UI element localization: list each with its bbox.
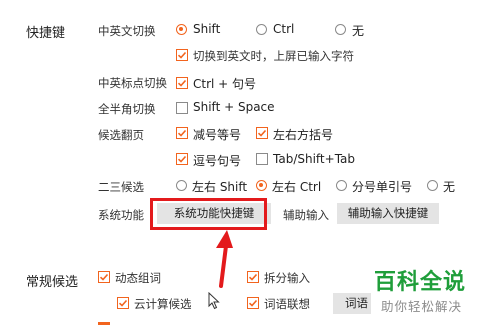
checkbox-paging-tab[interactable] [256,153,268,165]
radio-lang-shift[interactable] [176,24,187,35]
radio-lr-ctrl[interactable] [256,180,267,191]
label-second-third: 二三候选 [98,180,144,194]
label-width-switch: 全半角切换 [98,102,156,116]
aux-input-hotkey-button[interactable]: 辅助输入快捷键 [337,203,439,224]
label-aux-input: 辅助输入 [283,208,329,222]
label-paging: 候选翻页 [98,128,144,142]
label-system: 系统功能 [98,208,144,222]
radio-semicolon-quote[interactable] [336,180,347,191]
checkbox-label-split-input[interactable]: 拆分输入 [264,270,310,286]
radio-label-none[interactable]: 无 [352,22,364,39]
annotation-highlight-box [150,198,267,230]
checkbox-label-brackets[interactable]: 左右方括号 [273,126,333,143]
watermark-slogan: 助你轻松解决 [381,299,463,314]
checkbox-label-commit-on-switch[interactable]: 切换到英文时，上屏已输入字符 [193,48,354,64]
checkbox-label-minus-equal[interactable]: 减号等号 [193,126,241,143]
radio-label-semicolon-quote[interactable]: 分号单引号 [352,178,412,195]
checkbox-punct-switch[interactable] [176,77,188,89]
checkbox-split-input[interactable] [247,271,259,283]
checkbox-paging-minus-equal[interactable] [176,127,188,139]
checkmark-icon [257,129,267,137]
checkbox-width-switch[interactable] [176,102,188,114]
checkbox-word-association[interactable] [247,297,259,309]
radio-label-lr-ctrl[interactable]: 左右 Ctrl [272,178,321,195]
checkbox-label-cloud-candidate[interactable]: 云计算候选 [134,296,192,312]
word-association-settings-button[interactable]: 词语 [333,293,371,314]
radio-lr-shift[interactable] [176,180,187,191]
radio-second-none[interactable] [427,180,438,191]
label-punct-switch: 中英标点切换 [98,76,167,90]
checkbox-cloud-candidate[interactable] [117,297,129,309]
checkmark-icon [248,299,258,307]
checkbox-label-comma-period[interactable]: 逗号句号 [193,152,241,169]
checkmark-icon [177,129,187,137]
section-title-hotkeys: 快捷键 [26,26,66,41]
checkmark-icon [177,51,187,59]
checkbox-paging-brackets[interactable] [256,127,268,139]
radio-label-ctrl[interactable]: Ctrl [273,22,294,36]
radio-label-shift[interactable]: Shift [193,22,220,36]
checkbox-dynamic-phrase[interactable] [98,271,110,283]
radio-lang-ctrl[interactable] [256,24,267,35]
radio-label-second-none[interactable]: 无 [443,178,455,195]
checkbox-label-punct-switch[interactable]: Ctrl + 句号 [193,75,256,92]
checkmark-icon [248,273,258,281]
watermark-brand: 百科全说 [374,270,467,295]
section-title-candidates: 常规候选 [26,275,79,290]
mouse-cursor-icon [208,292,220,310]
checkmark-icon [118,299,128,307]
checkmark-icon [177,79,187,87]
checkmark-icon [99,273,109,281]
checkbox-label-word-association[interactable]: 词语联想 [264,296,310,312]
checkbox-paging-comma-period[interactable] [176,153,188,165]
checkbox-label-dynamic-phrase[interactable]: 动态组词 [115,270,161,286]
label-lang-switch: 中英文切换 [98,24,156,38]
annotation-arrow-icon [216,230,233,288]
checkmark-icon [177,155,187,163]
checkbox-label-width-switch[interactable]: Shift + Space [193,100,275,114]
radio-lang-none[interactable] [335,24,346,35]
checkbox-commit-on-switch[interactable] [176,49,188,61]
checkbox-label-tab[interactable]: Tab/Shift+Tab [273,152,355,166]
radio-label-lr-shift[interactable]: 左右 Shift [192,178,247,195]
